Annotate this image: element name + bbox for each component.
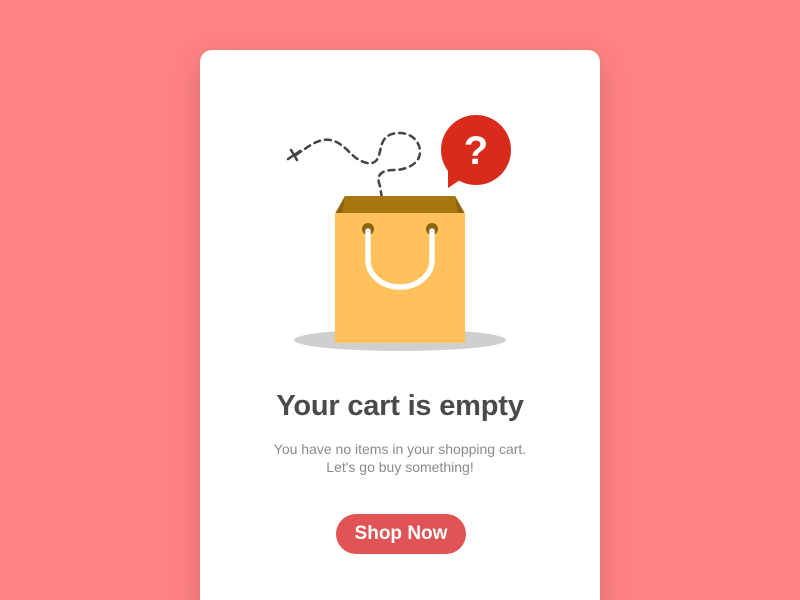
empty-cart-message-line-2: Let's go buy something! [326,459,474,475]
empty-cart-title: Your cart is empty [276,390,524,422]
dashed-flight-path-icon [286,131,422,207]
empty-cart-message-line-1: You have no items in your shopping cart. [273,441,527,457]
shopping-bag-icon [335,196,465,343]
shop-now-button[interactable]: Shop Now [336,514,466,554]
empty-cart-message: You have no items in your shopping cart.… [200,440,600,476]
empty-cart-card: ? Your cart is empty You have no items i… [200,50,600,600]
question-bubble-icon: ? [441,115,511,188]
question-mark: ? [464,129,488,173]
page: ? Your cart is empty You have no items i… [0,0,800,600]
empty-cart-illustration: ? [286,115,511,351]
